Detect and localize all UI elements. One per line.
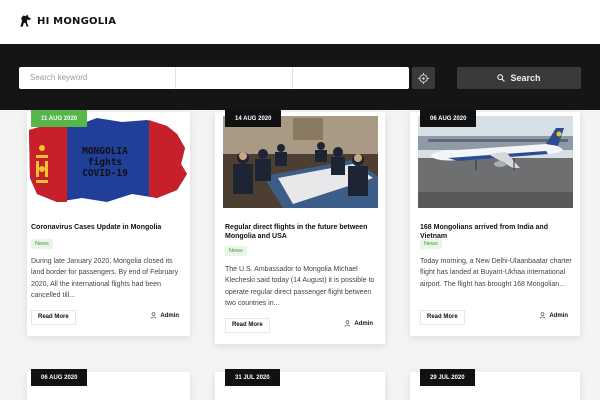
card-excerpt: The U.S. Ambassador to Mongolia Michael … <box>225 266 375 307</box>
news-card[interactable]: 14 AUG 2020 Regular direct flights in th… <box>215 110 385 344</box>
author-name: Admin <box>354 320 373 327</box>
user-icon <box>539 312 546 319</box>
user-icon <box>150 312 157 319</box>
date-badge: 29 JUL 2020 <box>420 369 475 386</box>
news-card[interactable]: MONGOLIA fights COVID-19 11 AUG 2020 Cor… <box>27 110 190 336</box>
horse-logo-icon <box>20 14 31 27</box>
image-text-line: COVID-19 <box>82 168 128 179</box>
author-name: Admin <box>160 312 179 319</box>
search-button[interactable]: Search <box>457 67 581 89</box>
image-text-line: fights <box>87 157 123 168</box>
image-text-line: MONGOLIA <box>82 146 128 157</box>
date-badge: 14 AUG 2020 <box>225 110 282 127</box>
user-icon <box>344 320 351 327</box>
date-badge: 06 AUG 2020 <box>420 110 477 127</box>
search-filter-1[interactable] <box>176 67 293 89</box>
search-bar <box>19 67 409 89</box>
read-more-button[interactable]: Read More <box>225 318 270 333</box>
card-title[interactable]: Coronavirus Cases Update in Mongolia <box>31 223 186 232</box>
brand-name: HI MONGOLIA <box>37 15 117 27</box>
top-header: HI MONGOLIA <box>0 0 600 44</box>
read-more-button[interactable]: Read More <box>420 310 465 325</box>
search-icon <box>497 74 506 82</box>
card-image-airplane <box>418 116 573 208</box>
author-name: Admin <box>549 312 568 319</box>
card-title[interactable]: 168 Mongolians arrived from India and Vi… <box>420 223 575 241</box>
card-title[interactable]: Regular direct flights in the future bet… <box>225 223 377 241</box>
category-tag[interactable]: News <box>31 239 53 249</box>
search-keyword-segment <box>19 67 176 89</box>
card-excerpt: During late January 2020, Mongolia close… <box>31 258 179 299</box>
locate-button[interactable] <box>412 67 435 89</box>
news-card[interactable]: 29 JUL 2020 <box>410 369 580 400</box>
card-image-meeting <box>223 116 378 208</box>
author[interactable]: Admin <box>150 312 179 319</box>
news-card[interactable]: 06 AUG 2020 168 Mongolians arrived from … <box>410 110 580 336</box>
read-more-button[interactable]: Read More <box>31 310 76 325</box>
search-input[interactable] <box>19 73 175 82</box>
category-tag[interactable]: News <box>420 239 442 249</box>
news-card[interactable]: 06 AUG 2020 <box>27 369 190 400</box>
author[interactable]: Admin <box>344 320 373 327</box>
date-badge: 11 AUG 2020 <box>31 110 88 127</box>
site-logo[interactable]: HI MONGOLIA <box>18 13 116 29</box>
category-tag[interactable]: News <box>225 246 247 256</box>
search-filter-2[interactable] <box>293 67 410 89</box>
author[interactable]: Admin <box>539 312 568 319</box>
search-button-label: Search <box>510 73 541 83</box>
news-card[interactable]: 31 JUL 2020 <box>215 369 385 400</box>
date-badge: 31 JUL 2020 <box>225 369 280 386</box>
card-excerpt: Today morning, a New Delhi-Ulaanbaatar c… <box>420 258 572 288</box>
date-badge: 06 AUG 2020 <box>31 369 88 386</box>
crosshair-icon <box>418 72 429 84</box>
